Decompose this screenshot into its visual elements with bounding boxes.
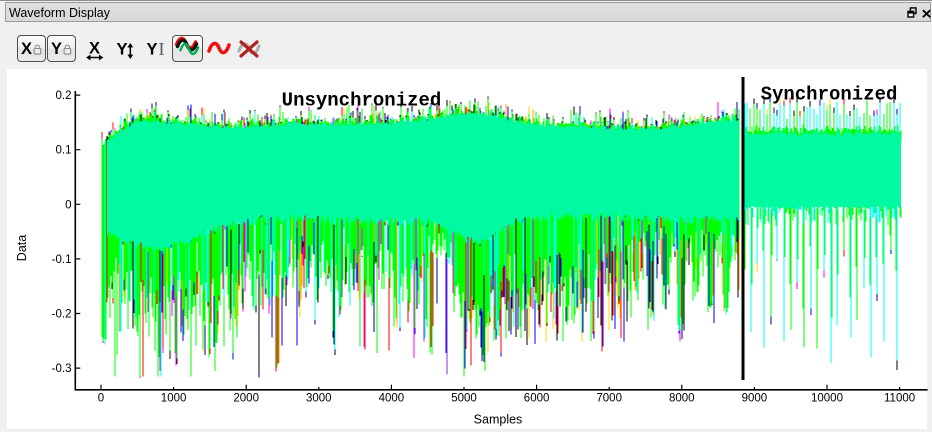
svg-text:11000: 11000 bbox=[884, 392, 915, 404]
svg-text:2000: 2000 bbox=[233, 392, 259, 404]
svg-text:3000: 3000 bbox=[306, 392, 332, 404]
svg-text:Data: Data bbox=[15, 235, 29, 261]
svg-text:10000: 10000 bbox=[811, 392, 843, 404]
svg-text:0.2: 0.2 bbox=[56, 90, 72, 102]
svg-text:5000: 5000 bbox=[451, 392, 477, 404]
svg-text:4000: 4000 bbox=[379, 392, 405, 404]
svg-text:Samples: Samples bbox=[474, 413, 523, 427]
svg-text:7000: 7000 bbox=[596, 392, 622, 404]
svg-text:9000: 9000 bbox=[742, 392, 768, 404]
svg-text:Synchronized: Synchronized bbox=[761, 84, 898, 106]
svg-text:0: 0 bbox=[65, 199, 71, 211]
svg-text:0: 0 bbox=[98, 392, 104, 404]
svg-text:-0.1: -0.1 bbox=[52, 254, 72, 266]
svg-text:-0.3: -0.3 bbox=[52, 363, 72, 375]
svg-text:8000: 8000 bbox=[669, 392, 695, 404]
svg-text:6000: 6000 bbox=[524, 392, 550, 404]
svg-text:Unsynchronized: Unsynchronized bbox=[282, 90, 442, 112]
svg-text:1000: 1000 bbox=[161, 392, 187, 404]
svg-text:-0.2: -0.2 bbox=[52, 309, 72, 321]
svg-text:0.1: 0.1 bbox=[56, 145, 72, 157]
